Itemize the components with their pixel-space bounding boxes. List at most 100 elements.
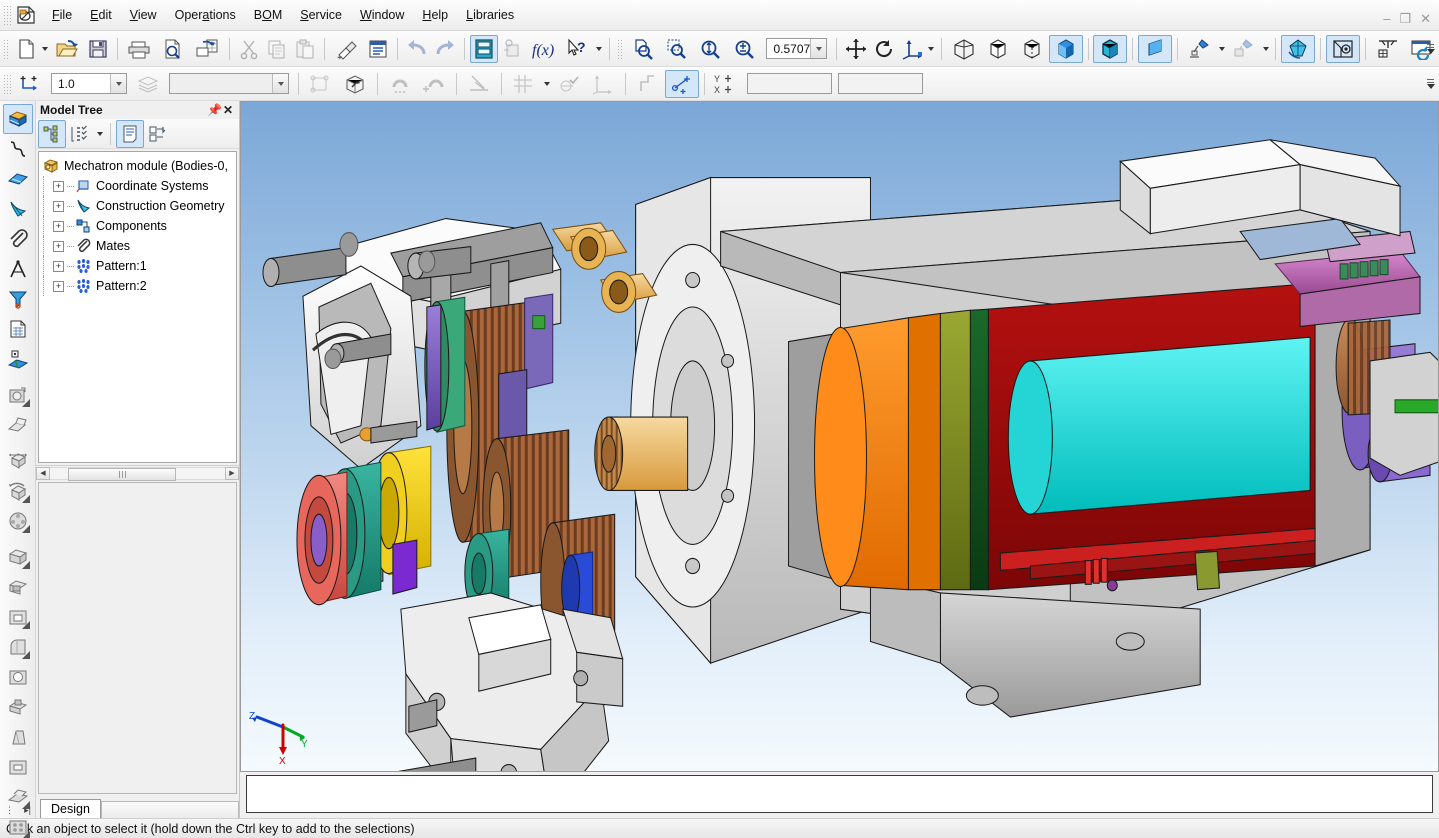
material-dropdown-icon[interactable] (1261, 36, 1271, 62)
draft-button[interactable] (3, 722, 33, 752)
compass-button[interactable] (3, 254, 33, 284)
hidden-line-view-button[interactable] (981, 35, 1015, 63)
next-page-icon[interactable]: ▸| (24, 805, 31, 816)
tree-details-button[interactable] (116, 120, 144, 148)
expander-icon[interactable]: + (53, 281, 64, 292)
3d-viewport[interactable]: Z Y X (240, 101, 1439, 772)
undo-button[interactable] (403, 35, 431, 63)
funnel-button[interactable] (3, 284, 33, 314)
grid-dropdown-icon[interactable] (541, 71, 552, 97)
extrude-button[interactable] (3, 542, 33, 572)
menu-item-window[interactable]: Window (351, 5, 413, 25)
local-cs-button[interactable] (338, 70, 372, 98)
xy-coordinate-button[interactable]: YX (710, 70, 744, 98)
rotate-box-button[interactable] (3, 476, 33, 506)
copy-button[interactable] (263, 35, 291, 63)
shaded-view-button[interactable] (1049, 35, 1083, 63)
boss-button[interactable] (3, 692, 33, 722)
secondary-toolbar-grip[interactable] (3, 74, 11, 94)
new-file-dropdown-icon[interactable] (40, 36, 50, 62)
pin-icon[interactable]: 📌 (207, 103, 221, 117)
save-button[interactable] (84, 35, 112, 63)
hscroll-track[interactable] (50, 467, 225, 480)
camera-button[interactable] (3, 380, 33, 410)
tree-node-mates[interactable]: + Mates (43, 236, 236, 256)
properties-button[interactable] (364, 35, 392, 63)
more-options-icon[interactable]: ⋮ (5, 805, 14, 816)
menu-item-view[interactable]: View (121, 5, 166, 25)
paste-button[interactable] (291, 35, 319, 63)
grid-button[interactable] (507, 70, 541, 98)
tree-node-pattern-2[interactable]: + Pattern:2 (43, 276, 236, 296)
open-file-button[interactable] (50, 35, 84, 63)
model-tree-hscrollbar[interactable]: ◀ ▶ (36, 465, 239, 480)
section-view-button[interactable] (1326, 35, 1360, 63)
solid-body-button[interactable] (3, 104, 33, 134)
export-button[interactable] (190, 35, 224, 63)
projection-button[interactable] (3, 410, 33, 440)
expander-icon[interactable]: + (53, 181, 64, 192)
point-line-button[interactable] (665, 70, 699, 98)
axes-tool-button[interactable] (586, 70, 620, 98)
variables-button[interactable]: f(x) (526, 35, 560, 63)
pattern-circular-button[interactable] (3, 506, 33, 536)
menu-item-edit[interactable]: Edit (81, 5, 121, 25)
print-button[interactable] (122, 35, 156, 63)
cut-button[interactable] (235, 35, 263, 63)
cut-extrude-button[interactable] (3, 572, 33, 602)
sketch-plane-button[interactable] (304, 70, 338, 98)
right-arrow-icon[interactable]: ▶ (225, 467, 239, 480)
main-toolbar-overflow-button[interactable] (1425, 38, 1436, 60)
zoom-window-button[interactable] (626, 35, 660, 63)
coordinate-field-one[interactable] (747, 73, 832, 94)
close-icon[interactable]: ✕ (1420, 14, 1431, 24)
attach-point-button[interactable] (383, 70, 417, 98)
menu-item-libraries[interactable]: Libraries (457, 5, 523, 25)
constraint-check-button[interactable] (552, 70, 586, 98)
shaded-edges-view-button[interactable] (1093, 35, 1127, 63)
hole-button[interactable] (3, 662, 33, 692)
tab-design[interactable]: Design (40, 799, 101, 818)
tree-node-root[interactable]: Mechatron module (Bodies-0, (43, 156, 236, 176)
construction-geom-button[interactable] (3, 194, 33, 224)
expander-icon[interactable]: + (53, 241, 64, 252)
menu-item-file[interactable]: File (43, 5, 81, 25)
expander-icon[interactable]: + (53, 201, 64, 212)
components-button[interactable] (498, 35, 526, 63)
rotate-button[interactable] (870, 35, 898, 63)
snap-spacing-button[interactable] (13, 70, 47, 98)
tree-node-construction-geometry[interactable]: + Construction Geometry (43, 196, 236, 216)
light-source-button[interactable] (1183, 35, 1217, 63)
wireframe-view-button[interactable] (947, 35, 981, 63)
scale-box-button[interactable] (3, 446, 33, 476)
expander-icon[interactable]: + (53, 261, 64, 272)
secondary-toolbar-overflow-button[interactable] (1425, 73, 1436, 95)
tree-node-components[interactable]: + Components (43, 216, 236, 236)
tree-export-button[interactable] (144, 120, 172, 148)
log-input[interactable] (246, 775, 1433, 813)
restore-icon[interactable]: ❐ (1399, 14, 1411, 24)
tree-filter-button[interactable] (66, 120, 94, 148)
format-painter-button[interactable] (330, 35, 364, 63)
material-button[interactable] (1227, 35, 1261, 63)
mates-button[interactable] (3, 224, 33, 254)
attach-free-button[interactable] (417, 70, 451, 98)
whats-this-button[interactable]: ? (560, 35, 594, 63)
zoom-scale-combo[interactable]: 0.5707 (766, 38, 827, 59)
zoom-scale-button[interactable] (728, 35, 762, 63)
main-toolbar-grip[interactable] (3, 39, 10, 59)
hidden-dashed-view-button[interactable] (1015, 35, 1049, 63)
surface-button[interactable] (3, 164, 33, 194)
layer-combo[interactable] (169, 73, 289, 94)
orient-button[interactable] (898, 35, 926, 63)
step-profile-button[interactable] (631, 70, 665, 98)
minimize-icon[interactable]: – (1383, 14, 1390, 24)
menubar-grip[interactable] (3, 5, 11, 25)
zoom-toolbar-grip[interactable] (617, 39, 624, 59)
redo-button[interactable] (431, 35, 459, 63)
tree-filter-dropdown-icon[interactable] (94, 121, 105, 147)
scale-dropdown-icon[interactable] (110, 74, 126, 93)
zoom-region-button[interactable] (660, 35, 694, 63)
layer-dropdown-icon[interactable] (272, 74, 288, 93)
spline-button[interactable] (3, 134, 33, 164)
